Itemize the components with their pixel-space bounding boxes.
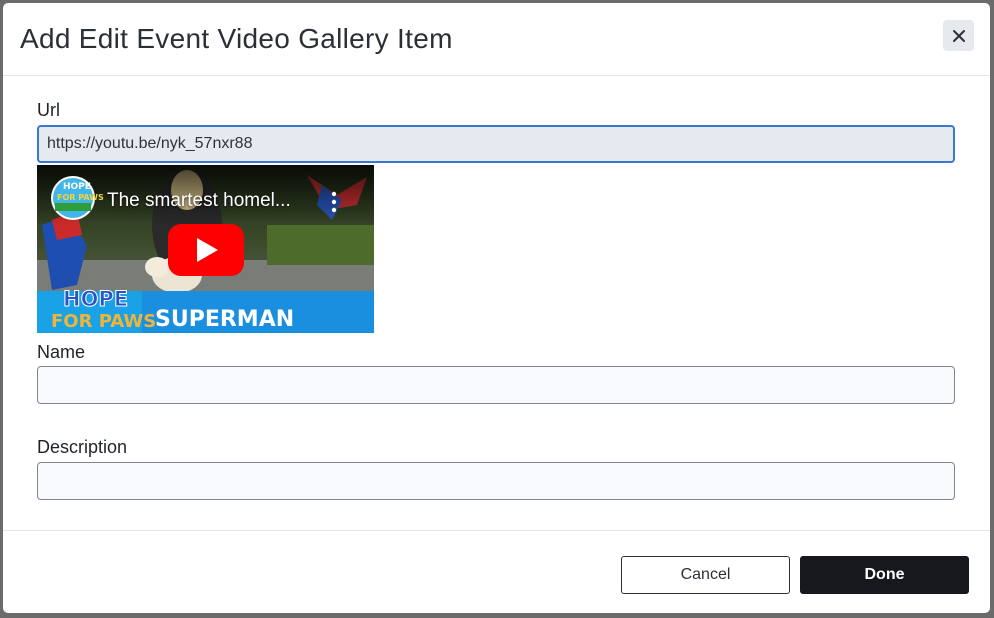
video-preview[interactable]: HOPE FOR PAWS The smartest homel... HOPE… <box>37 165 374 333</box>
dialog-title: Add Edit Event Video Gallery Item <box>20 23 453 54</box>
name-label: Name <box>37 342 86 362</box>
banner-for-paws-text: FOR PAWS <box>51 311 157 332</box>
dialog-header: Add Edit Event Video Gallery Item <box>3 3 990 76</box>
video-title: The smartest homel... <box>107 190 291 211</box>
video-gallery-dialog: Add Edit Event Video Gallery Item Url ht… <box>3 3 990 613</box>
dialog-footer: Cancel Done <box>3 530 990 613</box>
done-button[interactable]: Done <box>800 556 969 594</box>
banner-superman-text: SUPERMAN <box>155 307 295 332</box>
banner-hope-text: HOPE <box>62 287 129 312</box>
description-input[interactable] <box>37 462 955 500</box>
description-label: Description <box>37 437 128 457</box>
cancel-button[interactable]: Cancel <box>621 556 790 594</box>
close-icon <box>952 29 965 42</box>
url-label: Url <box>37 100 60 120</box>
play-icon[interactable] <box>168 224 244 276</box>
more-vertical-icon[interactable] <box>325 187 343 217</box>
url-input[interactable] <box>37 125 955 163</box>
channel-logo-text-top: HOPE <box>63 182 91 192</box>
close-button[interactable] <box>943 20 974 51</box>
channel-logo-text-bottom: FOR PAWS <box>57 193 104 202</box>
name-input[interactable] <box>37 366 955 404</box>
